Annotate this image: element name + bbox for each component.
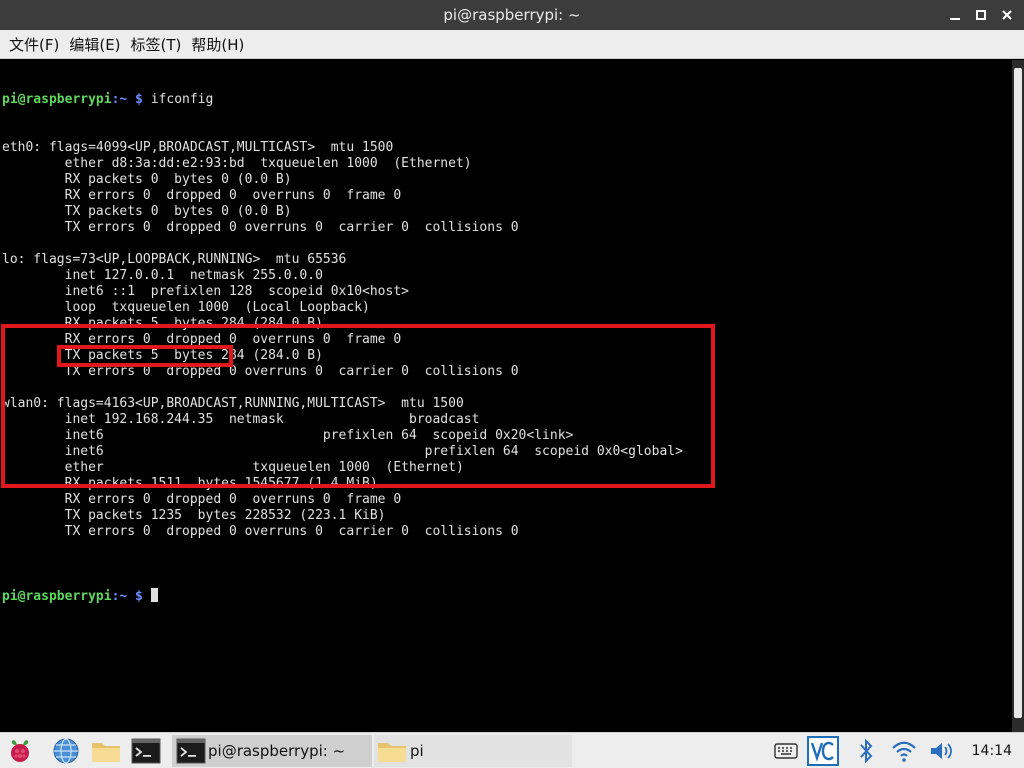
close-icon[interactable] (996, 4, 1018, 26)
inet-address-highlight-box (57, 345, 233, 367)
window-title: pi@raspberrypi: ~ (443, 6, 581, 24)
minimize-icon[interactable] (944, 4, 966, 26)
menu-file[interactable]: 文件(F) (4, 30, 64, 58)
maximize-icon[interactable] (970, 4, 992, 26)
terminal-line: TX packets 0 bytes 0 (0.0 B) (2, 204, 292, 219)
title-bar[interactable]: pi@raspberrypi: ~ (0, 0, 1024, 30)
prompt-line-current: pi@raspberrypi:~ $ (2, 588, 683, 604)
volume-icon[interactable] (926, 735, 958, 767)
terminal-line: inet6 ::1 prefixlen 128 scopeid 0x10<hos… (2, 284, 409, 299)
clock[interactable]: 14:14 (972, 733, 1012, 768)
keyboard-icon[interactable] (770, 735, 802, 767)
terminal-line: RX errors 0 dropped 0 overruns 0 frame 0 (2, 188, 402, 203)
terminal-line: eth0: flags=4099<UP,BROADCAST,MULTICAST>… (2, 140, 394, 155)
prompt-user: pi@raspberrypi (2, 92, 112, 107)
menu-tabs[interactable]: 标签(T) (126, 30, 187, 58)
menu-bar: 文件(F) 编辑(E) 标签(T) 帮助(H) (0, 30, 1024, 59)
terminal-line: RX errors 0 dropped 0 overruns 0 frame 0 (2, 492, 402, 507)
window-controls (944, 0, 1018, 30)
terminal-launcher-icon[interactable] (130, 735, 162, 767)
terminal-line: TX errors 0 dropped 0 overruns 0 carrier… (2, 220, 519, 235)
terminal-line: inet 127.0.0.1 netmask 255.0.0.0 (2, 268, 323, 283)
taskbar: pi@raspberrypi: ~ pi 14:14 (0, 732, 1024, 768)
command-text: ifconfig (150, 92, 214, 107)
prompt-line: pi@raspberrypi:~ $ ifconfig (2, 92, 683, 108)
terminal-line: loop txqueuelen 1000 (Local Loopback) (2, 300, 370, 315)
task-file-manager[interactable]: pi (374, 735, 572, 767)
terminal-task-icon (176, 738, 206, 764)
terminal-line: TX errors 0 dropped 0 overruns 0 carrier… (2, 524, 519, 539)
file-manager-icon[interactable] (90, 735, 122, 767)
task-terminal[interactable]: pi@raspberrypi: ~ (172, 735, 372, 767)
task-terminal-label: pi@raspberrypi: ~ (208, 742, 346, 760)
bluetooth-icon[interactable] (850, 735, 882, 767)
prompt-user: pi@raspberrypi (2, 589, 112, 604)
web-browser-icon[interactable] (50, 735, 82, 767)
wifi-icon[interactable] (888, 735, 920, 767)
vnc-icon[interactable] (806, 735, 840, 767)
prompt-path: :~ $ (111, 92, 143, 107)
prompt-path: :~ $ (111, 589, 143, 604)
terminal-line: ether d8:3a:dd:e2:93:bd txqueuelen 1000 … (2, 156, 472, 171)
text-cursor (150, 588, 158, 602)
terminal-line: TX packets 1235 bytes 228532 (223.1 KiB) (2, 508, 386, 523)
task-file-manager-label: pi (410, 742, 424, 760)
terminal-area[interactable]: pi@raspberrypi:~ $ ifconfig eth0: flags=… (0, 60, 1012, 732)
terminal-line: lo: flags=73<UP,LOOPBACK,RUNNING> mtu 65… (2, 252, 347, 267)
folder-icon (378, 743, 406, 762)
raspberry-menu-icon[interactable] (4, 735, 36, 767)
menu-help[interactable]: 帮助(H) (186, 30, 249, 58)
terminal-scrollbar[interactable] (1012, 60, 1024, 732)
menu-edit[interactable]: 编辑(E) (64, 30, 125, 58)
scrollbar-thumb[interactable] (1014, 68, 1022, 718)
terminal-line: RX packets 0 bytes 0 (0.0 B) (2, 172, 292, 187)
